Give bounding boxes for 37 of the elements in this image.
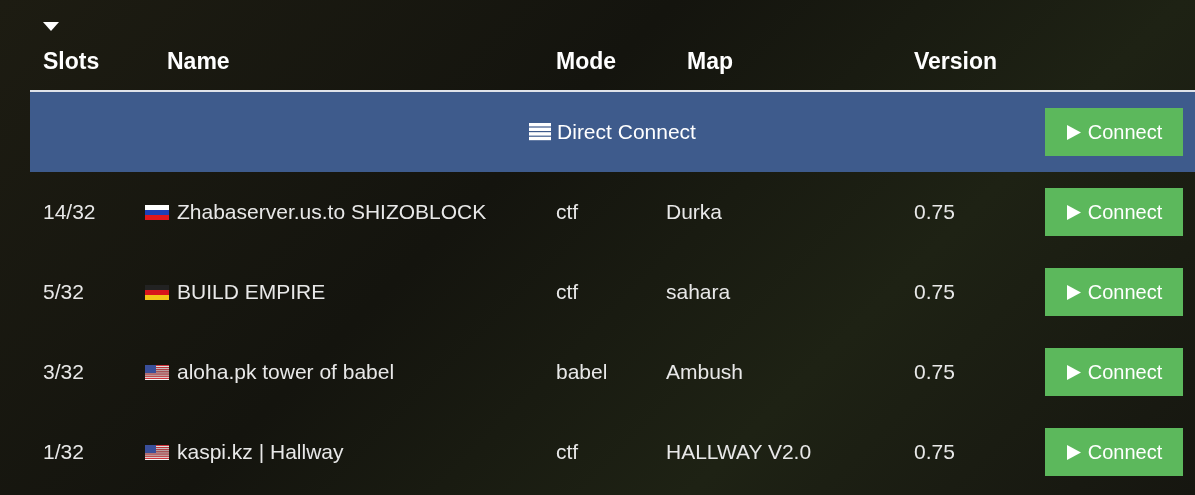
play-icon [1065, 123, 1082, 141]
flag-icon [145, 364, 169, 380]
play-icon [1065, 443, 1082, 461]
server-name: Zhabaserver.us.to SHIZOBLOCK [177, 200, 487, 224]
play-icon [1065, 203, 1082, 221]
flag-icon [145, 204, 169, 220]
column-header[interactable]: Slots [30, 15, 145, 75]
slots-cell-text: 3/32 [42, 360, 85, 384]
direct-connect-label: Direct Connect [557, 120, 696, 144]
version-cell-text: 0.75 [914, 440, 956, 464]
version-cell-text: 0.75 [914, 200, 956, 224]
map-cell-text: sahara [666, 280, 732, 304]
flag-icon [145, 284, 169, 300]
version-cell-text: 0.75 [914, 280, 956, 304]
mode-cell-text: ctf [556, 200, 580, 224]
map-cell-text: HALLWAY V2.0 [666, 440, 813, 464]
mode-cell-text: ctf [556, 280, 580, 304]
slots-cell-text: 1/32 [42, 440, 85, 464]
column-header[interactable]: Map [666, 15, 914, 75]
mode-cell-text: ctf [556, 440, 580, 464]
mode-cell-text: babel [556, 360, 609, 384]
version-cell-text: 0.75 [914, 360, 956, 384]
column-header[interactable]: Name [145, 15, 556, 75]
server-name: aloha.pk tower of babel [177, 360, 395, 384]
sort-caret-icon[interactable] [43, 22, 59, 31]
map-cell-text: Durka [666, 200, 724, 224]
slots-cell-text: 14/32 [42, 200, 97, 224]
column-header[interactable]: Mode [556, 15, 666, 75]
server-name: BUILD EMPIRE [177, 280, 326, 304]
server-icon [529, 123, 552, 141]
server-name: kaspi.kz | Hallway [177, 440, 344, 464]
slots-cell-text: 5/32 [42, 280, 85, 304]
map-cell-text: Ambush [666, 360, 745, 384]
play-icon [1065, 283, 1082, 301]
play-icon [1065, 363, 1082, 381]
flag-icon [145, 444, 169, 460]
column-header[interactable]: Version [914, 15, 1045, 75]
